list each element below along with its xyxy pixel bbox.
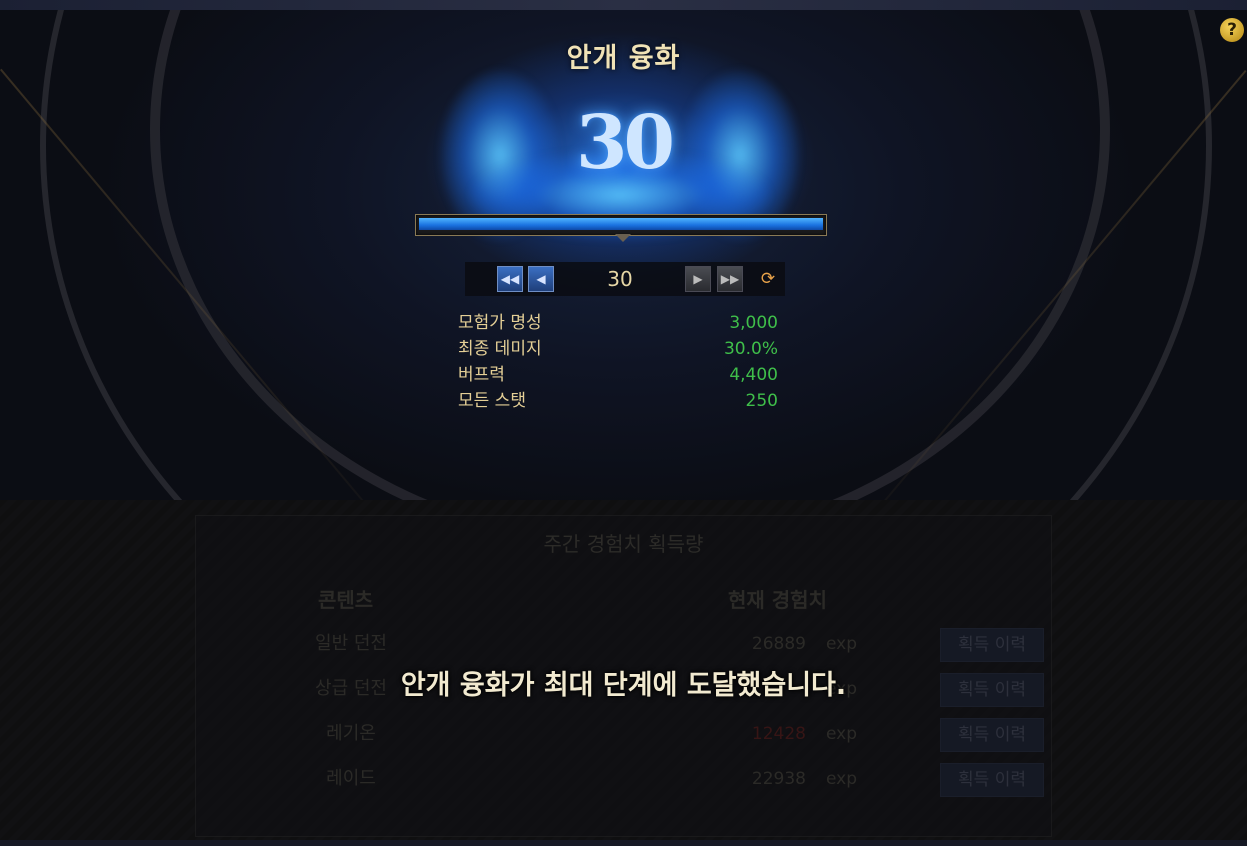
window-title: 안개 융화 (566, 43, 681, 74)
stat-label: 모험가 명성 (458, 313, 542, 333)
progress-pointer-icon (615, 234, 631, 242)
level-progress-fill (419, 218, 823, 230)
stat-row: 모험가 명성 3,000 (458, 310, 778, 336)
stepper-value: 30 (607, 267, 633, 291)
stat-row: 모든 스탯 250 (458, 388, 778, 414)
bottom-border (0, 840, 1247, 846)
stat-value: 4,400 (729, 365, 778, 385)
stat-row: 최종 데미지 30.0% (458, 336, 778, 362)
double-right-arrow-icon[interactable]: ▶▶ (717, 266, 743, 292)
stat-label: 버프력 (458, 365, 505, 385)
inner-arch-decoration (150, 10, 1110, 500)
max-level-message: 안개 융화가 최대 단계에 도달했습니다. (400, 670, 847, 701)
fog-fusion-window: 안개 융화 30 ◀◀ ◀ 30 ▶ ▶▶ ⟳ 모험가 명성 3,000 최종 … (0, 0, 1247, 846)
left-arrow-icon[interactable]: ◀ (528, 266, 554, 292)
double-left-arrow-icon[interactable]: ◀◀ (497, 266, 523, 292)
stat-value: 250 (745, 391, 778, 411)
stat-value: 3,000 (729, 313, 778, 333)
stat-label: 모든 스탯 (458, 391, 526, 411)
refresh-icon[interactable]: ⟳ (758, 269, 778, 289)
level-stepper: ◀◀ ◀ 30 ▶ ▶▶ ⟳ (465, 262, 785, 296)
level-progress-bar (415, 214, 827, 236)
right-arrow-icon[interactable]: ▶ (685, 266, 711, 292)
stat-value: 30.0% (723, 339, 778, 359)
stats-list: 모험가 명성 3,000 최종 데미지 30.0% 버프력 4,400 모든 스… (458, 310, 778, 414)
hero-panel (0, 10, 1247, 500)
current-level: 30 (576, 100, 675, 186)
question-mark-icon[interactable]: ? (1220, 18, 1244, 42)
stat-row: 버프력 4,400 (458, 362, 778, 388)
stat-label: 최종 데미지 (458, 339, 542, 359)
